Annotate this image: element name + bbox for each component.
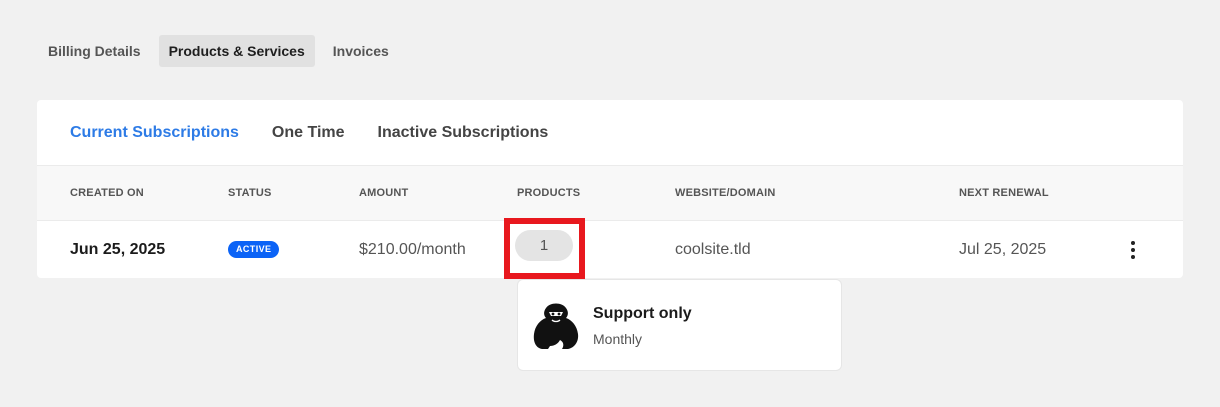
tab-inactive-subscriptions[interactable]: Inactive Subscriptions xyxy=(378,123,549,143)
table-row[interactable]: Jun 25, 2025 ACTIVE $210.00/month 1 cool… xyxy=(37,218,1183,279)
status-badge: ACTIVE xyxy=(228,241,280,258)
product-name: Support only xyxy=(593,305,692,322)
next-renewal-value: Jul 25, 2025 xyxy=(959,241,1047,258)
column-header-website-domain: WEBSITE/DOMAIN xyxy=(675,187,776,199)
column-header-next-renewal: NEXT RENEWAL xyxy=(959,187,1049,199)
website-value[interactable]: coolsite.tld xyxy=(675,240,751,260)
subscription-tabs: Current Subscriptions One Time Inactive … xyxy=(70,123,548,143)
billing-cycle: Monthly xyxy=(593,331,643,347)
products-highlight-box: 1 xyxy=(504,218,585,279)
column-header-status: STATUS xyxy=(228,187,272,199)
tab-billing-details[interactable]: Billing Details xyxy=(38,35,151,67)
column-header-amount: AMOUNT xyxy=(359,187,409,199)
column-header-created-on: CREATED ON xyxy=(70,187,144,199)
subscriptions-card: Current Subscriptions One Time Inactive … xyxy=(37,100,1183,279)
products-count-pill[interactable]: 1 xyxy=(515,230,573,261)
column-header-products: PRODUCTS xyxy=(517,187,581,199)
tab-products-services[interactable]: Products & Services xyxy=(158,35,315,67)
created-on-value: Jun 25, 2025 xyxy=(70,241,166,258)
gorilla-logo-icon xyxy=(532,300,580,350)
tab-current-subscriptions[interactable]: Current Subscriptions xyxy=(70,123,239,143)
more-options-icon[interactable] xyxy=(1127,240,1139,260)
products-popover: Support only Monthly xyxy=(517,279,842,371)
top-tabs: Billing Details Products & Services Invo… xyxy=(38,35,399,67)
tab-invoices[interactable]: Invoices xyxy=(323,35,399,67)
table-header: CREATED ON STATUS AMOUNT PRODUCTS WEBSIT… xyxy=(37,165,1183,221)
tab-one-time[interactable]: One Time xyxy=(272,123,345,143)
amount-value: $210.00/month xyxy=(359,241,466,258)
